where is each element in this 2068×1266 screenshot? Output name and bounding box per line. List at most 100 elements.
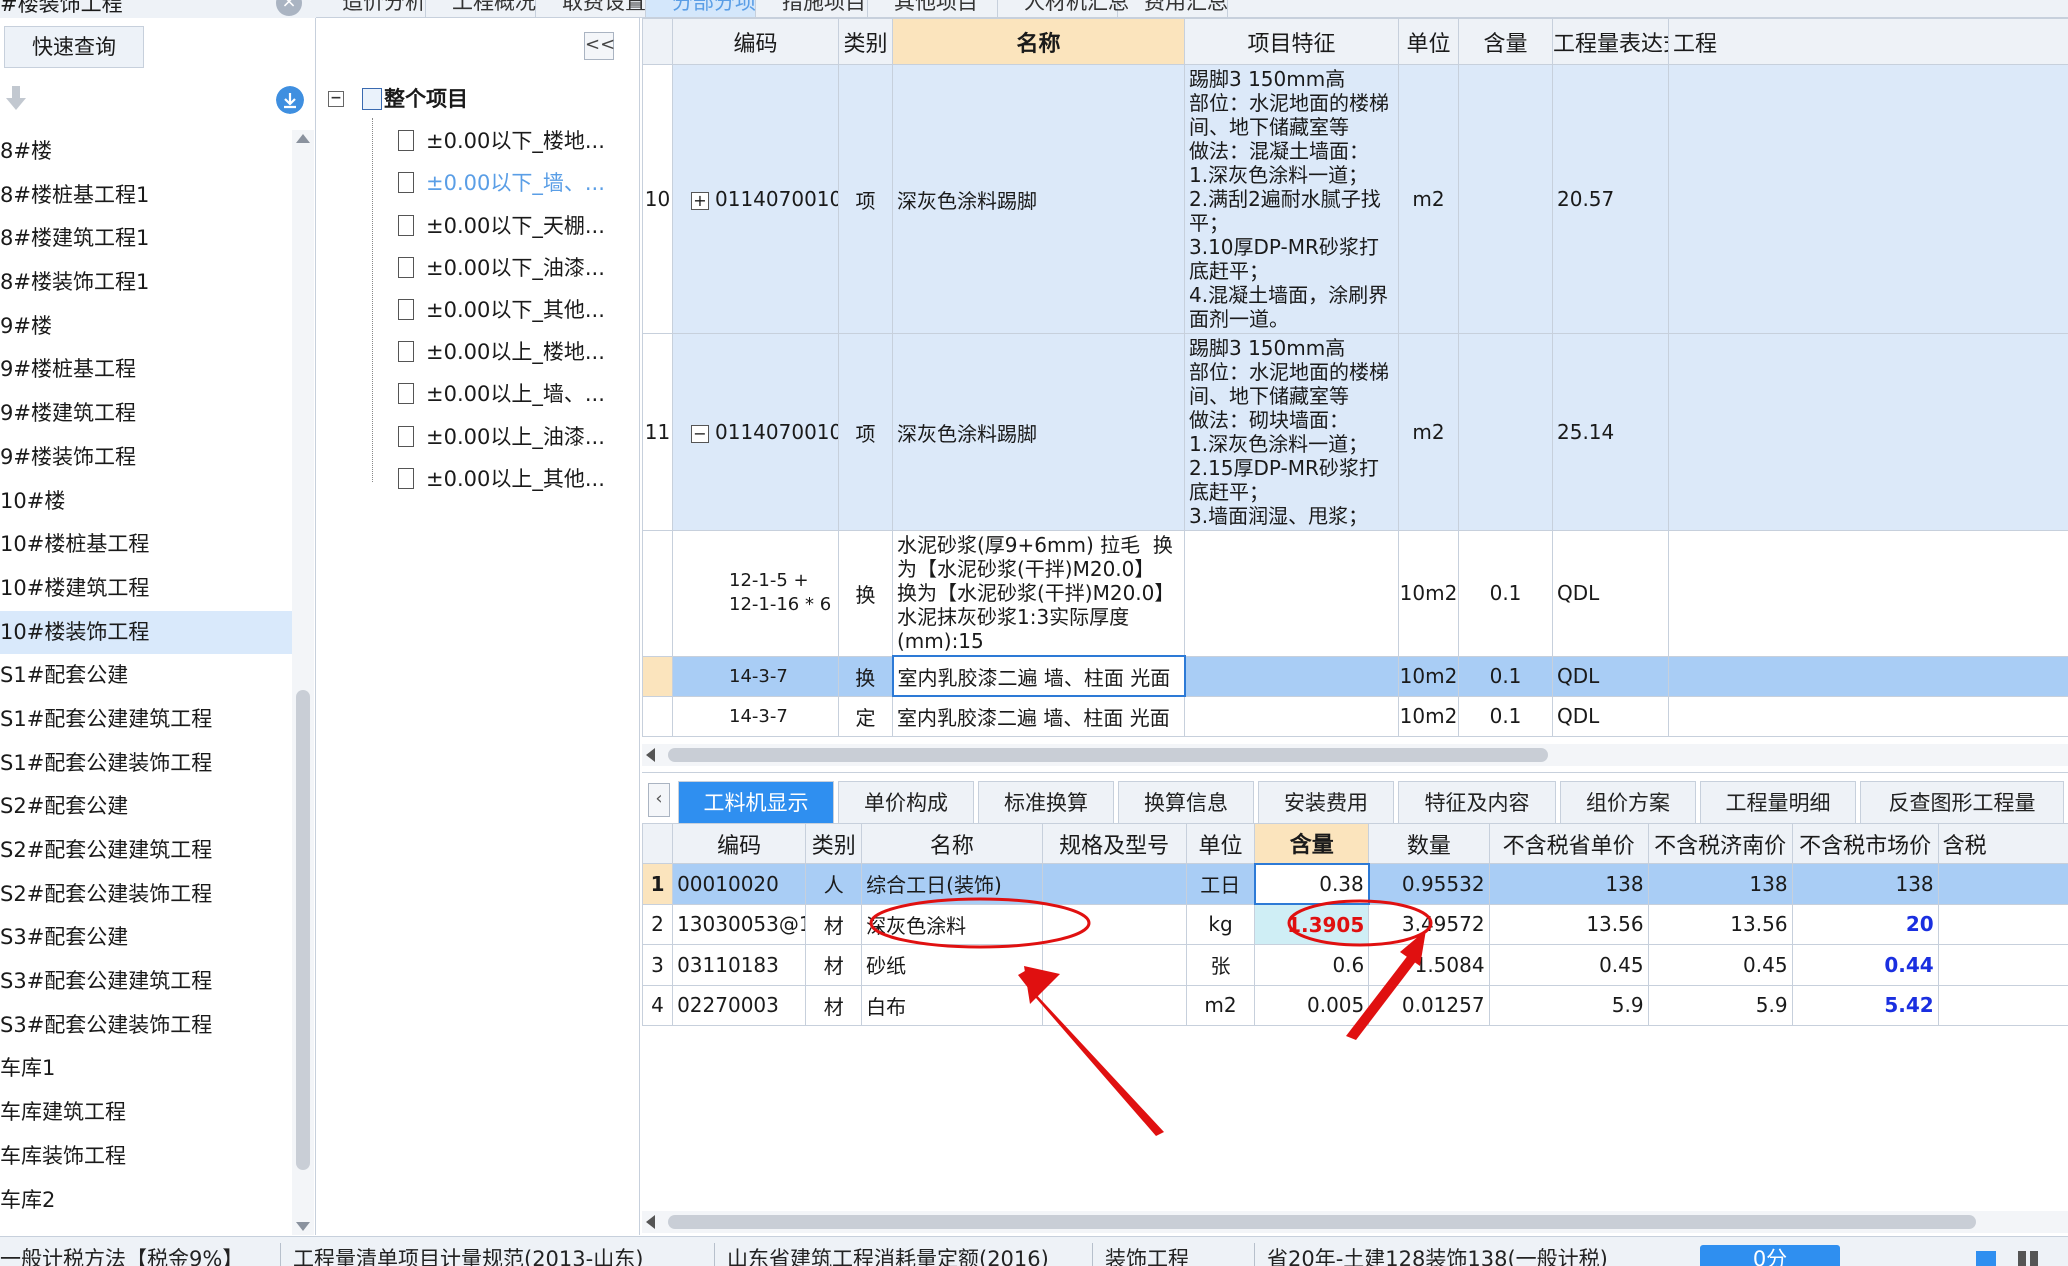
score-button[interactable]: 0分 [1700, 1245, 1840, 1266]
scroll-left-icon[interactable] [646, 1215, 655, 1229]
tax-price-cell[interactable] [1937, 944, 2068, 986]
col-header-feature[interactable]: 项目特征 [1184, 18, 1399, 65]
province-price-cell[interactable]: 138 [1488, 863, 1649, 905]
download-icon[interactable] [276, 86, 304, 114]
unit-cell[interactable]: m2 [1398, 64, 1459, 334]
type-cell[interactable]: 人 [805, 863, 863, 905]
project-list-item[interactable]: 车库装饰工程 [0, 1135, 292, 1179]
tab-resources[interactable]: 工料机显示 [678, 781, 834, 823]
tab-other-items[interactable]: 其他项目 [868, 0, 998, 17]
unit-cell[interactable]: 10m2 [1398, 655, 1459, 697]
jinan-price-cell[interactable]: 138 [1647, 863, 1793, 905]
amount-cell[interactable]: 1.5084 [1368, 944, 1490, 986]
horizontal-scrollbar[interactable] [642, 744, 2068, 766]
qty-cell[interactable]: 0.1 [1458, 695, 1553, 737]
feature-cell[interactable]: 踢脚3 150mm高 部位：水泥地面的楼梯间、地下储藏室等 做法：混凝土墙面： … [1184, 64, 1399, 334]
col-header-type[interactable]: 类别 [838, 18, 893, 65]
tree-item[interactable]: ±0.00以下_楼地... [318, 120, 640, 162]
extra-cell[interactable] [1668, 655, 2068, 697]
project-list-item[interactable]: 9#楼建筑工程 [0, 392, 292, 436]
project-list-item[interactable]: 10#楼桩基工程 [0, 523, 292, 567]
extra-cell[interactable] [1668, 530, 2068, 657]
scrollbar-thumb[interactable] [668, 748, 1548, 762]
tax-price-cell[interactable] [1937, 903, 2068, 945]
scrollbar-thumb[interactable] [296, 690, 310, 1170]
unit-cell[interactable]: m2 [1398, 333, 1459, 531]
unit-cell[interactable]: 张 [1185, 944, 1256, 986]
type-cell[interactable]: 材 [805, 984, 863, 1026]
extra-cell[interactable] [1668, 64, 2068, 334]
col-header-expr[interactable]: 工程量表达式 [1552, 18, 1669, 65]
tree-item[interactable]: ±0.00以上_其他... [318, 458, 640, 500]
col-header-unit[interactable]: 单位 [1398, 18, 1459, 65]
table-row[interactable]: 12-1-5 + 12-1-16 * 6 换 水泥砂浆(厚9+6mm) 拉毛 换… [642, 530, 2068, 657]
resource-row[interactable]: 3 03110183 材 砂纸 张 0.6 1.5084 0.45 0.45 0… [641, 944, 2068, 986]
project-list-item[interactable]: 车库1 [0, 1047, 292, 1091]
scroll-left-icon[interactable] [646, 748, 655, 762]
tab-unit-price[interactable]: 单价构成 [838, 781, 974, 823]
qty-edit-cell[interactable]: 0.38 [1253, 862, 1370, 905]
tax-price-cell[interactable] [1937, 863, 2068, 905]
tree-item[interactable]: ±0.00以上_墙、... [318, 373, 640, 415]
project-list-item[interactable]: S1#配套公建装饰工程 [0, 742, 292, 786]
project-list-item[interactable]: S3#配套公建建筑工程 [0, 960, 292, 1004]
spec-cell[interactable] [1041, 984, 1187, 1026]
tab-project-overview[interactable]: 工程概况 [426, 0, 536, 17]
tab-reverse-lookup[interactable]: 反查图形工程量 [1860, 781, 2064, 823]
extra-cell[interactable] [1668, 695, 2068, 737]
tab-measures[interactable]: 措施项目 [756, 0, 868, 17]
province-price-cell[interactable]: 5.9 [1488, 984, 1649, 1026]
horizontal-scrollbar[interactable] [642, 1211, 2068, 1233]
feature-cell[interactable]: 踢脚3 150mm高 部位：水泥地面的楼梯间、地下储藏室等 做法：砌块墙面： 1… [1184, 333, 1399, 531]
code-cell[interactable]: 14-3-7 [672, 655, 839, 697]
layout-icon[interactable] [2018, 1251, 2038, 1266]
col-header-amount[interactable]: 数量 [1368, 823, 1490, 864]
project-list-item[interactable]: S2#配套公建 [0, 785, 292, 829]
name-cell[interactable]: 综合工日(装饰) [861, 863, 1043, 905]
col-header-code[interactable]: 编码 [672, 823, 807, 864]
tab-pricing-plan[interactable]: 组价方案 [1560, 781, 1696, 823]
col-header-unit[interactable]: 单位 [1185, 823, 1256, 864]
project-list-item[interactable]: S2#配套公建装饰工程 [0, 873, 292, 917]
tree-root[interactable]: − 整个项目 [318, 78, 640, 120]
tax-price-cell[interactable] [1937, 984, 2068, 1026]
resource-row[interactable]: 4 02270003 材 白布 m2 0.005 0.01257 5.9 5.9… [641, 984, 2068, 1026]
tab-conversion-info[interactable]: 换算信息 [1118, 781, 1254, 823]
tree-item[interactable]: ±0.00以上_油漆... [318, 416, 640, 458]
col-header-qty[interactable]: 含量 [1254, 823, 1370, 864]
extra-cell[interactable] [1668, 333, 2068, 531]
spec-cell[interactable] [1041, 944, 1187, 986]
type-cell[interactable]: 材 [805, 903, 863, 945]
col-header-name[interactable]: 名称 [861, 823, 1043, 864]
spec-cell[interactable] [1041, 863, 1187, 905]
project-list-item[interactable]: S1#配套公建建筑工程 [0, 698, 292, 742]
expand-icon[interactable]: + [691, 191, 709, 210]
project-list-item[interactable]: S3#配套公建装饰工程 [0, 1004, 292, 1048]
expr-cell[interactable]: QDL [1552, 655, 1669, 697]
col-header-code[interactable]: 编码 [672, 18, 839, 65]
tree-item[interactable]: ±0.00以上_楼地... [318, 331, 640, 373]
spec-cell[interactable] [1041, 903, 1187, 945]
qty-cell[interactable] [1458, 64, 1553, 334]
type-cell[interactable]: 项 [838, 64, 893, 334]
code-cell[interactable]: 00010020 [672, 863, 807, 905]
code-cell[interactable]: 03110183 [672, 944, 807, 986]
type-cell[interactable]: 换 [838, 530, 893, 657]
name-cell[interactable]: 水泥砂浆(厚9+6mm) 拉毛 换为【水泥砂浆(干拌)M20.0】 换为【水泥砂… [892, 530, 1185, 657]
jinan-price-cell[interactable]: 5.9 [1647, 984, 1793, 1026]
type-cell[interactable]: 定 [838, 695, 893, 737]
project-list-item[interactable]: 车库建筑工程 [0, 1091, 292, 1135]
market-price-cell[interactable]: 20 [1791, 903, 1939, 945]
province-price-cell[interactable]: 13.56 [1488, 903, 1649, 945]
market-price-cell[interactable]: 5.42 [1791, 984, 1939, 1026]
amount-cell[interactable]: 0.01257 [1368, 984, 1490, 1026]
project-list-item[interactable]: 9#楼桩基工程 [0, 348, 292, 392]
project-list-item[interactable]: 10#楼 [0, 480, 292, 524]
amount-cell[interactable]: 3.49572 [1368, 903, 1490, 945]
unit-cell[interactable]: 工日 [1185, 863, 1256, 905]
collapse-icon[interactable]: − [691, 424, 709, 443]
tab-features[interactable]: 特征及内容 [1398, 781, 1556, 823]
name-cell[interactable]: 白布 [861, 984, 1043, 1026]
tree-item[interactable]: ±0.00以下_其他... [318, 289, 640, 331]
col-header-jinan-price[interactable]: 不含税济南价 [1647, 823, 1793, 864]
